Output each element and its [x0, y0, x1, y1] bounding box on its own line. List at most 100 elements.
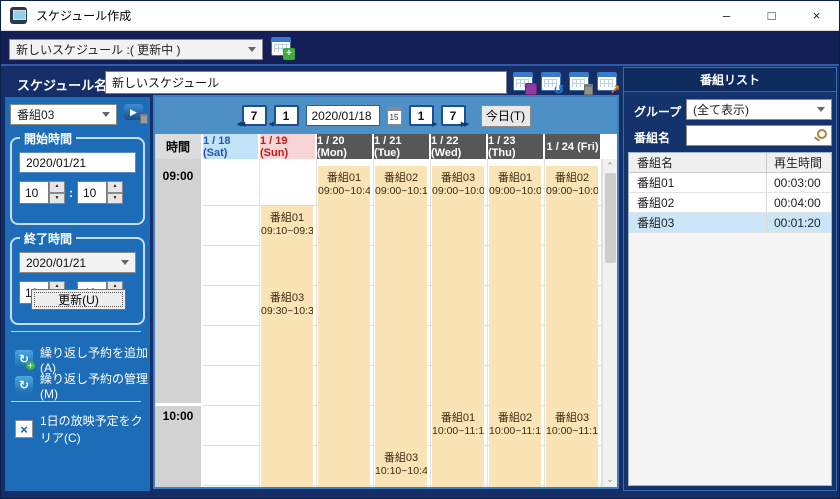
schedule-event[interactable]: 番組0309:00~10:00: [432, 166, 484, 406]
chevron-down-icon: [121, 260, 129, 265]
program-row[interactable]: 番組0300:01:20: [629, 213, 831, 233]
close-button[interactable]: ×: [794, 1, 839, 30]
date-picker-icon[interactable]: 15: [387, 107, 402, 125]
trash-icon: [140, 114, 148, 124]
schedule-event[interactable]: 番組0109:00~10:00: [489, 166, 541, 406]
start-date-input[interactable]: 2020/01/21: [19, 152, 136, 173]
start-time-label: 開始時間: [20, 130, 76, 147]
day-column-6[interactable]: 番組0209:00~10:00番組0310:00~11:10: [545, 159, 602, 487]
schedule-event[interactable]: 番組0209:00~10:00: [546, 166, 598, 406]
delete-schedule-button[interactable]: [569, 71, 593, 95]
start-time-group: 開始時間 2020/01/21 10 ▲▼ : 10 ▲▼: [10, 137, 145, 225]
program-selector-value: 番組03: [17, 106, 54, 123]
scroll-thumb[interactable]: [605, 173, 616, 263]
fwd-1-label: 1: [418, 109, 425, 123]
program-selector-dropdown[interactable]: 番組03: [10, 104, 117, 125]
reload-schedule-button[interactable]: ↺: [541, 71, 565, 95]
event-time: 09:00~10:00: [432, 185, 484, 197]
event-time: 10:10~10:40: [375, 465, 427, 477]
program-duration-cell: 00:01:20: [766, 213, 831, 232]
forward-1-day-button[interactable]: 1▶: [409, 105, 434, 126]
new-schedule-button[interactable]: +: [271, 36, 295, 60]
day-column-0[interactable]: [203, 159, 260, 487]
minimize-button[interactable]: –: [704, 1, 749, 30]
event-title: 番組01: [261, 209, 313, 225]
calendar-date-input[interactable]: 2020/01/18: [306, 105, 380, 126]
save-icon: [525, 83, 537, 95]
clear-day-link[interactable]: × 1日の放映予定をクリア(C): [15, 419, 150, 439]
application-window: スケジュール作成 – □ × 新しいスケジュール :( 更新中 ) + スケジュ…: [0, 0, 840, 499]
time-column: 09:00 10:00: [155, 159, 203, 487]
today-button[interactable]: 今日(T): [481, 105, 531, 127]
event-time: 09:00~10:00: [546, 185, 598, 197]
double-left-arrow-icon: ◀◀: [237, 120, 244, 128]
maximize-button[interactable]: □: [749, 1, 794, 30]
fwd-7-label: 7: [450, 109, 457, 123]
update-button[interactable]: 更新(U): [31, 289, 126, 310]
forward-7-days-button[interactable]: 7▶▶: [441, 105, 466, 126]
program-row[interactable]: 番組0100:03:00: [629, 173, 831, 193]
column-header-name: 番組名: [629, 154, 766, 171]
day-column-1[interactable]: 番組0109:10~09:30番組0309:30~10:30: [260, 159, 317, 487]
schedule-event[interactable]: 番組0309:30~10:30: [261, 286, 313, 487]
program-list-title: 番組リスト: [624, 68, 836, 92]
day-headers: 1 / 18 (Sat)1 / 19 (Sun)1 / 20 (Mon)1 / …: [203, 134, 602, 159]
clear-day-label: 1日の放映予定をクリア(C): [40, 412, 150, 446]
schedule-event[interactable]: 番組0110:00~11:10: [432, 406, 484, 487]
plus-icon: +: [26, 361, 35, 370]
hour-label: 10:00: [155, 409, 201, 423]
day-column-2[interactable]: 番組0109:00~10:40: [317, 159, 374, 487]
program-search-input[interactable]: [686, 125, 832, 146]
spin-up-icon[interactable]: ▲: [107, 181, 123, 193]
end-date-dropdown[interactable]: 2020/01/21: [19, 252, 136, 273]
back-7-label: 7: [251, 109, 258, 123]
schedule-event[interactable]: 番組0310:00~11:10: [546, 406, 598, 487]
schedule-event[interactable]: 番組0210:00~11:10: [489, 406, 541, 487]
grid-scrollbar[interactable]: ⌃ ⌄: [602, 159, 617, 487]
event-time: 10:00~11:10: [546, 425, 598, 437]
day-column-4[interactable]: 番組0309:00~10:00番組0110:00~11:10: [431, 159, 488, 487]
start-hour-stepper[interactable]: ▲▼: [49, 181, 65, 204]
schedule-event[interactable]: 番組0310:10~10:40: [375, 446, 427, 487]
spin-down-icon[interactable]: ▼: [49, 193, 65, 205]
manage-repeat-reservation-label: 繰り返し予約の管理(M): [40, 370, 150, 401]
schedule-event[interactable]: 番組0109:10~09:30: [261, 206, 313, 286]
undo-icon: ↺: [553, 83, 565, 95]
schedule-selector-dropdown[interactable]: 新しいスケジュール :( 更新中 ): [9, 39, 263, 60]
day-header-3: 1 / 21 (Tue): [374, 134, 431, 159]
add-repeat-reservation-link[interactable]: ↻+ 繰り返し予約を追加(A): [15, 349, 150, 369]
start-hour-input[interactable]: 10: [19, 181, 49, 204]
divider: [11, 401, 141, 402]
event-time: 10:00~11:10: [432, 425, 484, 437]
manage-repeat-reservation-link[interactable]: ↻ 繰り返し予約の管理(M): [15, 375, 150, 395]
start-minute-stepper[interactable]: ▲▼: [107, 181, 123, 204]
scroll-down-icon[interactable]: ⌄: [603, 474, 617, 485]
event-time: 09:10~09:30: [261, 225, 313, 237]
schedule-event[interactable]: 番組0209:00~10:10: [375, 166, 427, 446]
program-list-panel: 番組リスト グループ (全て表示) 番組名 番組名 再生時間 番組0100:03…: [623, 67, 837, 491]
spin-down-icon[interactable]: ▼: [107, 193, 123, 205]
schedule-grid[interactable]: 09:0010:00 番組0109:10~09:30番組0309:30~10:3…: [155, 159, 617, 487]
export-schedule-button[interactable]: ↗: [597, 71, 621, 95]
back-7-days-button[interactable]: 7◀◀: [242, 105, 267, 126]
colon-separator: :: [69, 186, 73, 200]
event-title: 番組02: [375, 169, 427, 185]
event-time: 09:00~10:00: [489, 185, 541, 197]
group-filter-dropdown[interactable]: (全て表示): [686, 99, 832, 120]
day-column-5[interactable]: 番組0109:00~10:00番組0210:00~11:10: [488, 159, 545, 487]
schedule-event[interactable]: 番組0109:00~10:40: [318, 166, 370, 487]
scroll-up-icon[interactable]: ⌃: [603, 161, 617, 172]
schedule-name-input[interactable]: 新しいスケジュール: [105, 71, 507, 94]
event-time: 09:00~10:10: [375, 185, 427, 197]
event-title: 番組01: [318, 169, 370, 185]
day-column-3[interactable]: 番組0209:00~10:10番組0310:10~10:40: [374, 159, 431, 487]
start-minute-input[interactable]: 10: [77, 181, 107, 204]
day-header-1: 1 / 19 (Sun): [260, 134, 317, 159]
start-date-value: 2020/01/21: [26, 156, 86, 170]
back-1-day-button[interactable]: 1◀: [274, 105, 299, 126]
hour-label: 09:00: [155, 169, 201, 183]
save-schedule-button[interactable]: [513, 71, 537, 95]
program-row[interactable]: 番組0200:04:00: [629, 193, 831, 213]
spin-up-icon[interactable]: ▲: [49, 181, 65, 193]
remove-program-button[interactable]: ▶: [124, 102, 148, 124]
